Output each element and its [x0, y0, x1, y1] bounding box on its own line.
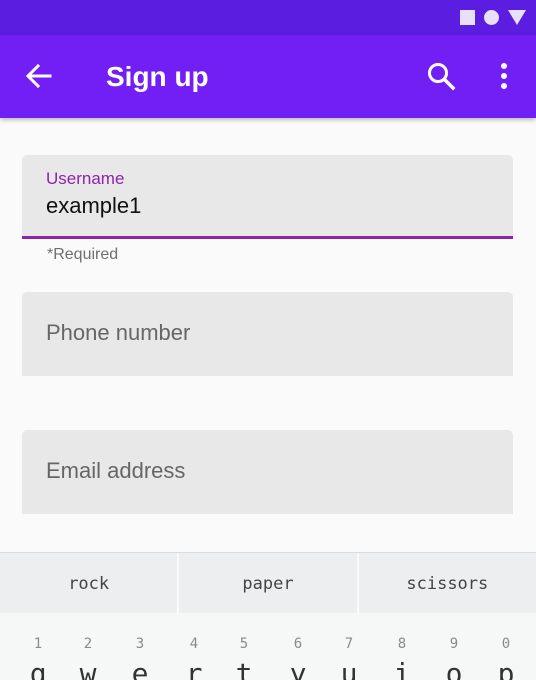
triangle-icon — [508, 10, 526, 25]
suggestion-item[interactable]: scissors — [356, 553, 536, 614]
email-address-field[interactable]: Email address — [22, 430, 513, 514]
keyboard-suggestions: rock paper scissors — [0, 552, 536, 614]
key-letter: r — [185, 657, 203, 680]
key-number: 2 — [83, 636, 93, 652]
key-letter: t — [235, 657, 253, 680]
key-number: 6 — [293, 636, 303, 652]
key-letter: w — [79, 657, 97, 680]
key-number: 7 — [344, 636, 354, 652]
key-number: 1 — [33, 636, 43, 652]
status-icons — [460, 9, 526, 26]
phone-number-placeholder: Phone number — [46, 320, 191, 345]
key-letter: p — [497, 657, 515, 680]
key-letter: q — [29, 657, 47, 680]
back-button[interactable] — [20, 55, 60, 97]
square-icon — [460, 10, 475, 25]
username-helper-text: *Required — [47, 246, 119, 263]
key-letter: i — [393, 657, 411, 680]
key-letter: u — [340, 657, 358, 680]
username-value[interactable]: example1 — [46, 193, 141, 219]
more-vert-icon — [501, 63, 507, 89]
key-number: 8 — [397, 636, 407, 652]
key-letter: e — [131, 657, 149, 680]
phone-number-field[interactable]: Phone number — [22, 292, 513, 376]
key-number: 4 — [189, 636, 199, 652]
key-number: 3 — [135, 636, 145, 652]
username-field[interactable]: Username example1 — [22, 155, 513, 239]
key-number: 5 — [239, 636, 249, 652]
suggestion-item[interactable]: paper — [177, 553, 356, 614]
page-title: Sign up — [106, 61, 209, 92]
suggestion-item[interactable]: rock — [0, 553, 177, 614]
more-options-button[interactable] — [488, 55, 520, 97]
search-button[interactable] — [420, 55, 462, 97]
back-arrow-icon — [25, 63, 52, 89]
keyboard: 1 q 2 w 3 e 4 r 5 t 6 y 7 u 8 i 9 o 0 p — [0, 613, 536, 680]
username-label: Username — [46, 169, 125, 188]
key-number: 0 — [501, 636, 511, 652]
app-bar: Sign up — [0, 35, 536, 118]
status-bar — [0, 0, 536, 35]
email-address-placeholder: Email address — [46, 458, 186, 483]
key-letter: o — [445, 657, 463, 680]
circle-icon — [484, 10, 499, 25]
key-letter: y — [289, 657, 307, 680]
search-icon — [428, 63, 456, 91]
key-number: 9 — [449, 636, 459, 652]
